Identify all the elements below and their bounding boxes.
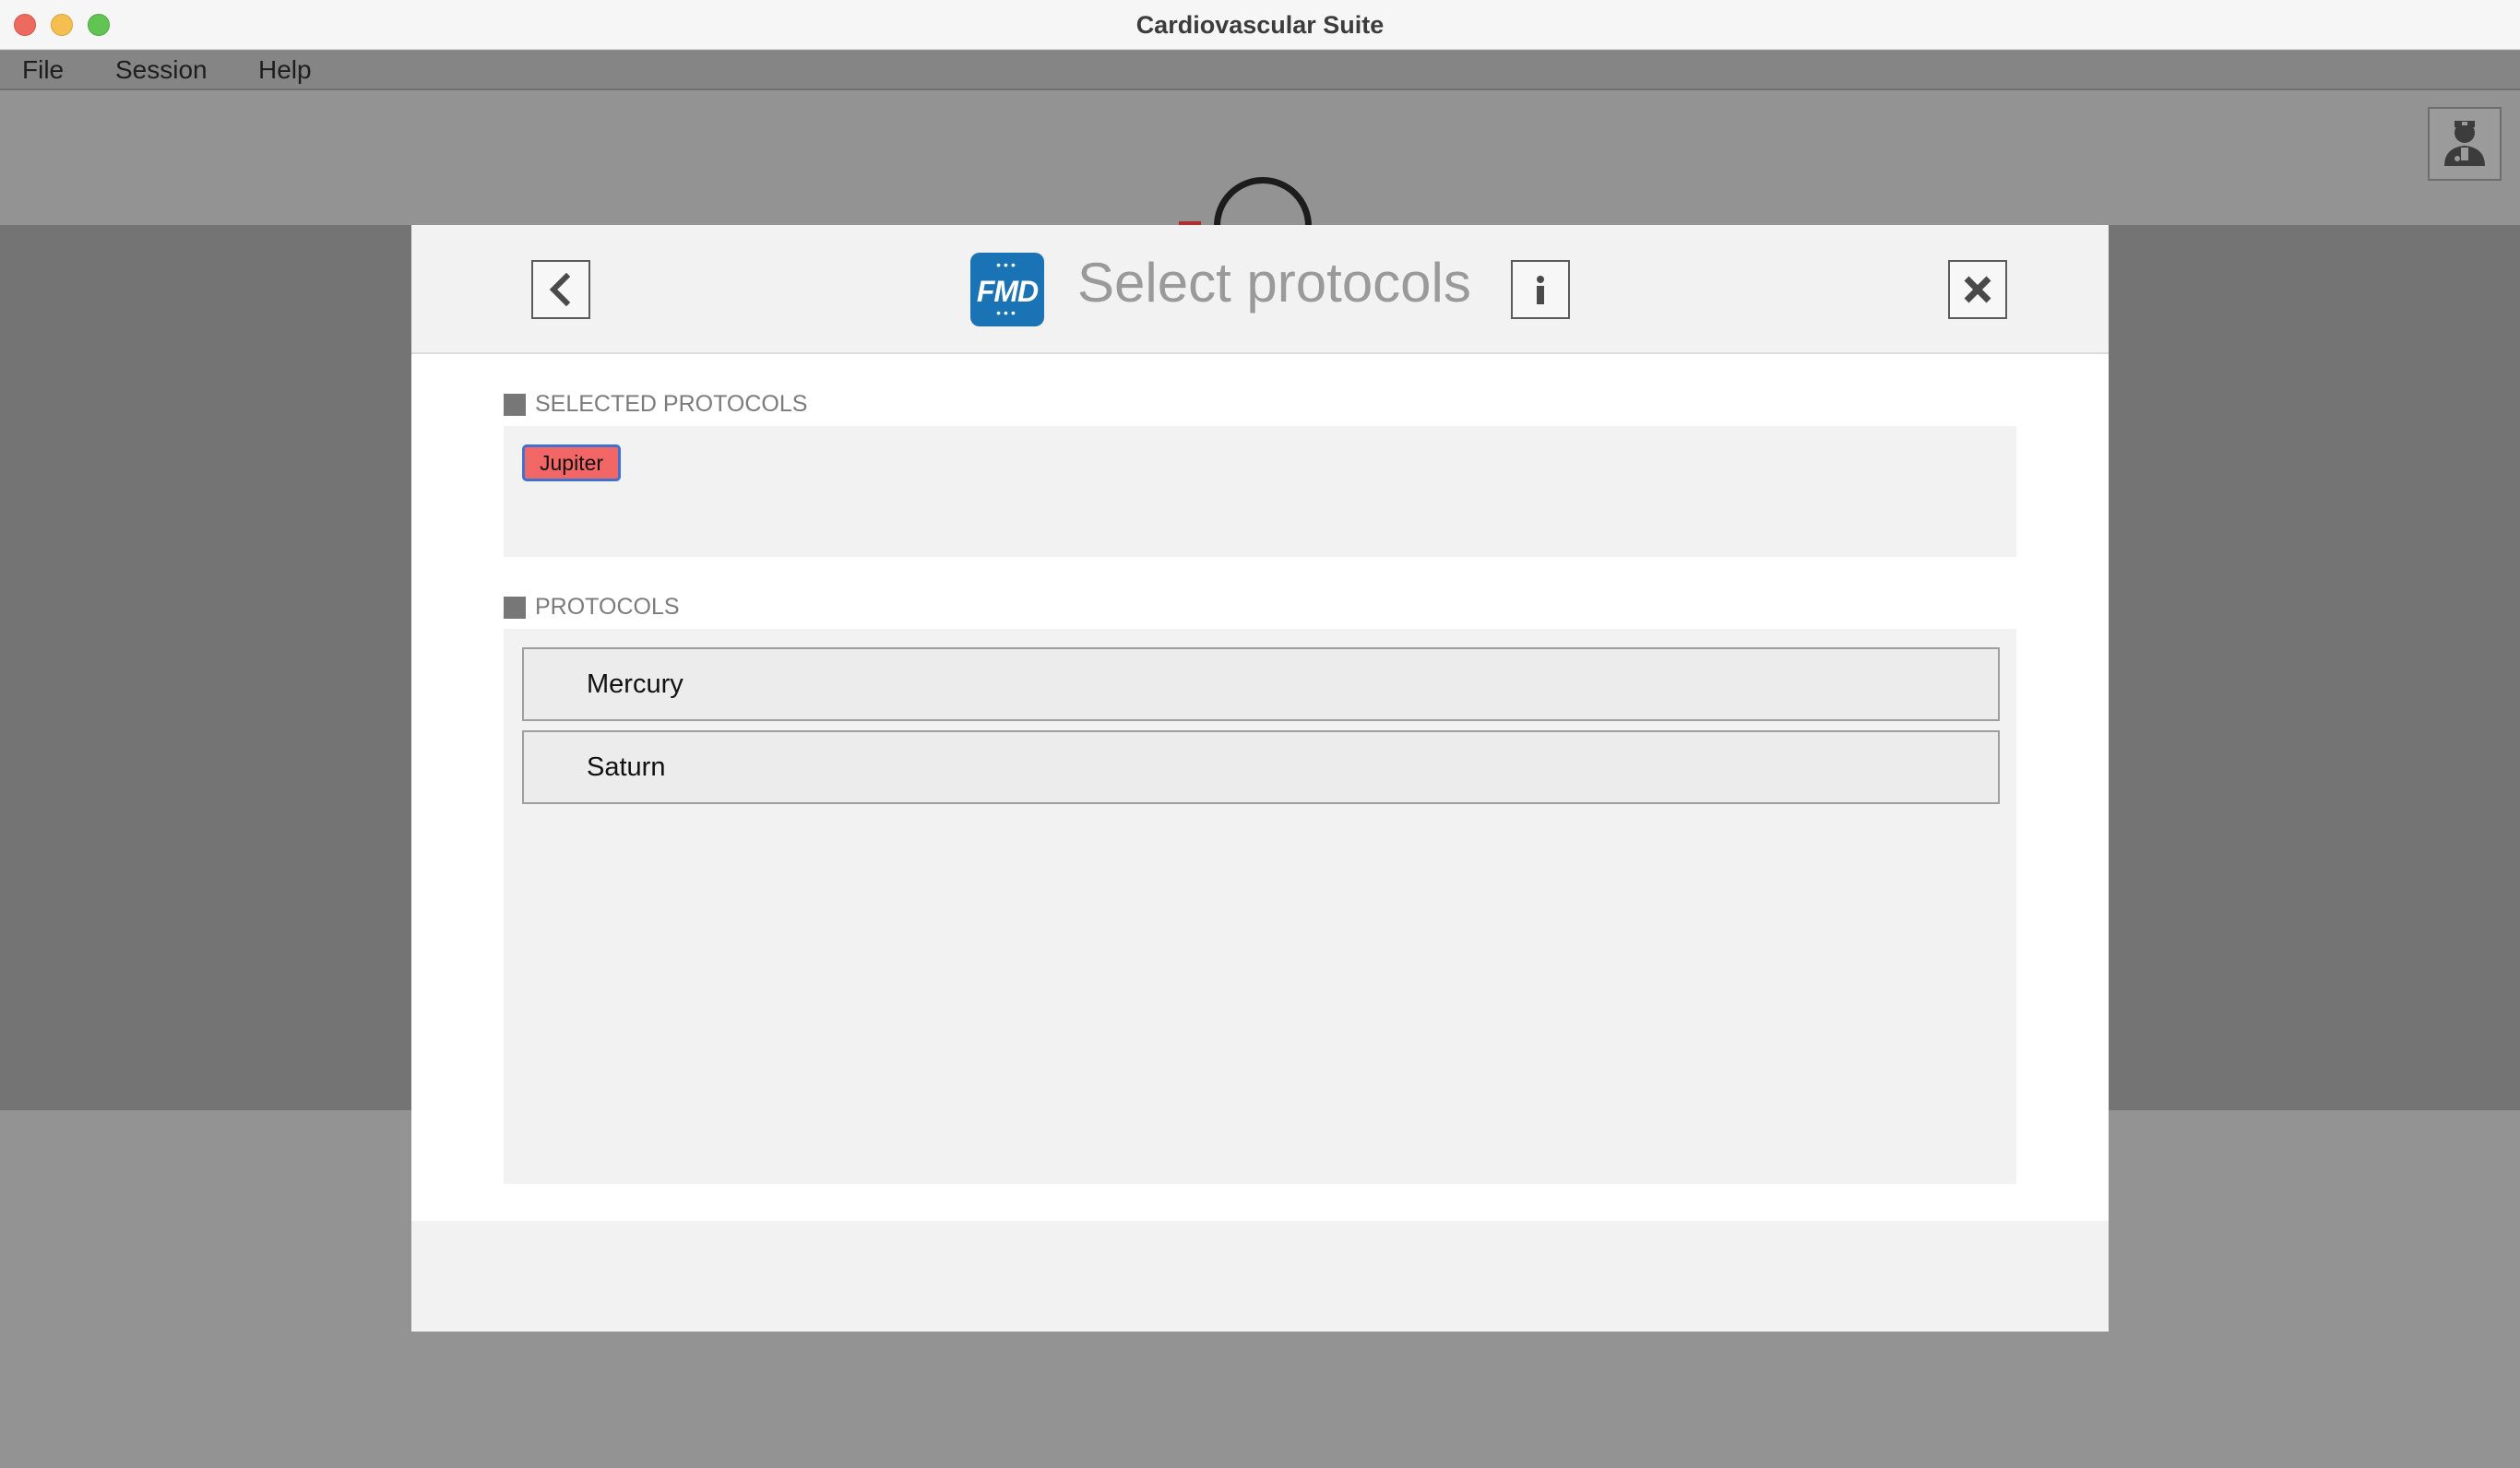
window-title: Cardiovascular Suite (1135, 11, 1385, 39)
close-icon (1964, 276, 1991, 303)
dialog-footer (411, 1221, 2109, 1332)
close-dialog-button[interactable] (1948, 260, 2007, 319)
protocol-item[interactable]: Saturn (522, 730, 2000, 804)
dialog-header: ••• FMD ••• Select protocols (411, 225, 2109, 354)
menu-bar: File Session Help (0, 51, 2520, 90)
back-button[interactable] (531, 260, 590, 319)
selected-protocols-panel: Jupiter (504, 426, 2016, 557)
chevron-left-icon (549, 272, 571, 307)
menu-help[interactable]: Help (258, 55, 312, 85)
info-icon (1537, 276, 1544, 304)
selected-protocols-heading: SELECTED PROTOCOLS (504, 391, 807, 418)
menu-file[interactable]: File (22, 55, 64, 85)
fmd-app-badge: ••• FMD ••• (970, 253, 1044, 326)
protocols-list: Mercury Saturn (504, 629, 2016, 1184)
protocol-item[interactable]: Mercury (522, 647, 2000, 721)
user-profile-button[interactable] (2428, 107, 2502, 181)
window-titlebar: Cardiovascular Suite (0, 0, 2520, 50)
section-marker (504, 596, 526, 619)
select-protocols-dialog: ••• FMD ••• Select protocols SELECTED PR… (411, 225, 2109, 1332)
doctor-user-icon (2444, 121, 2485, 166)
protocols-heading: PROTOCOLS (504, 594, 680, 621)
selected-protocols-label: SELECTED PROTOCOLS (535, 391, 808, 417)
section-marker (504, 393, 526, 416)
protocols-label: PROTOCOLS (535, 594, 680, 620)
selected-protocol-chip[interactable]: Jupiter (522, 444, 622, 481)
menu-session[interactable]: Session (115, 55, 208, 85)
info-button[interactable] (1511, 260, 1570, 319)
dialog-title: Select protocols (1077, 252, 1471, 314)
